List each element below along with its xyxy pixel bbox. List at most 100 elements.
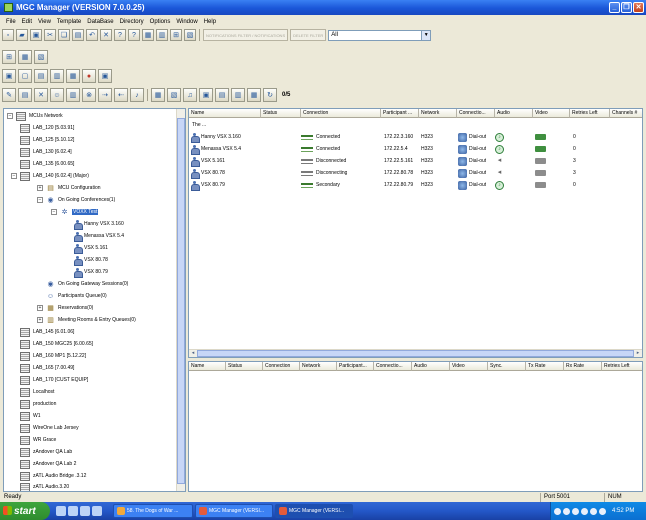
column-header-status[interactable]: Status [261, 109, 301, 118]
tree-mcu[interactable]: WireOne Lab Jersey [20, 423, 79, 433]
undo-icon[interactable]: ↶ [86, 29, 98, 41]
tree-mcu[interactable]: production [20, 399, 56, 409]
refresh-icon[interactable]: ↻ [263, 88, 277, 102]
column-header-status[interactable]: Status [226, 362, 263, 371]
tree-ongoing-conferences[interactable]: − ◉ On Going Conferences(1) [37, 195, 115, 205]
taskbar-item-mgc-2[interactable]: MGC Manager (VERSI... [275, 504, 353, 518]
table-horizontal-scrollbar[interactable]: ◂ ▸ [189, 349, 642, 357]
video-icon[interactable] [535, 134, 546, 140]
mcu-connect-icon[interactable]: ▣ [2, 69, 16, 83]
column-header-connection-type[interactable]: Connectio... [374, 362, 412, 371]
media-player-icon[interactable] [80, 506, 90, 516]
speaker-icon[interactable]: ◂ [495, 169, 504, 178]
table-row[interactable]: Menassa VSX 5.4 [191, 143, 261, 155]
video-settings-icon[interactable]: ▣ [199, 88, 213, 102]
collapse-icon[interactable]: − [51, 209, 57, 215]
tree-participant[interactable]: Menassa VSX 5.4 [74, 231, 124, 242]
lecture-mode-icon[interactable]: ▤ [215, 88, 229, 102]
table-row[interactable]: VSX 80.79 [191, 179, 261, 191]
address-book-icon[interactable]: ▦ [142, 29, 154, 41]
new-conference-icon[interactable]: ✎ [2, 88, 16, 102]
video-off-icon[interactable] [535, 170, 546, 176]
paste-icon[interactable]: ▤ [72, 29, 84, 41]
mcu-disconnect-icon[interactable]: ▢ [18, 69, 32, 83]
menu-window[interactable]: Window [173, 19, 200, 25]
filter-select[interactable]: All ▼ [328, 29, 432, 41]
tray-volume-icon[interactable] [572, 507, 579, 515]
title-bar[interactable]: MGC Manager (VERSION 7.0.0.25) _ ❐ ✕ [0, 0, 646, 15]
tree-mcu-lab-140[interactable]: − LAB_140 [6.02.4] (Major) [11, 171, 89, 181]
alarm-icon[interactable]: ● [82, 69, 96, 83]
tray-network-icon[interactable] [554, 507, 561, 515]
notifications-filter-button[interactable]: NOTIFICATIONS FILTER / NOTIFICATIONS [203, 29, 289, 41]
tree-mcu[interactable]: LAB_145 [6.01.06] [20, 327, 74, 337]
delete-icon[interactable]: ✕ [100, 29, 112, 41]
tree-mcu[interactable]: zAndover QA Lab [20, 447, 72, 457]
column-header-tx-rate[interactable]: Tx Rate [526, 362, 564, 371]
table-row[interactable]: VSX 80.78 [191, 167, 261, 179]
mute-icon[interactable]: ♪ [130, 88, 144, 102]
tree-mcu-lab-120[interactable]: LAB_120 [5.03.91] [20, 123, 74, 133]
column-header-rx-rate[interactable]: Rx Rate [564, 362, 602, 371]
context-help-icon[interactable]: ? [128, 29, 140, 41]
audio-settings-icon[interactable]: ♫ [183, 88, 197, 102]
column-header-retries-left[interactable]: Retries Left [602, 362, 642, 371]
mcu-settings-icon[interactable]: ▥ [50, 69, 64, 83]
collapse-icon[interactable]: − [37, 197, 43, 203]
help-icon[interactable]: ? [114, 29, 126, 41]
menu-directory[interactable]: Directory [117, 19, 147, 25]
video-layout-icon[interactable]: ▧ [167, 88, 181, 102]
column-header-channels[interactable]: Channels # [610, 109, 642, 118]
show-desktop-icon[interactable] [56, 506, 66, 516]
delete-participant-icon[interactable]: ⊗ [82, 88, 96, 102]
tree-mcu-lab-130[interactable]: LAB_130 [6.02.4] [20, 147, 72, 157]
audio-icon[interactable]: ♪ [495, 132, 504, 142]
mcu-tree-panel[interactable]: − MCUs Network LAB_120 [5.03.91] LAB_125… [3, 108, 186, 492]
tree-meeting-rooms[interactable]: + ▥ Meeting Rooms & Entry Queues(0) [37, 315, 136, 325]
add-participant-icon[interactable]: ☺ [50, 88, 64, 102]
column-header-connection-type[interactable]: Connectio... [457, 109, 495, 118]
column-header-participant[interactable]: Participant... [337, 362, 374, 371]
column-header-retries-left[interactable]: Retries Left [570, 109, 610, 118]
tree-mcu-lab-135[interactable]: LAB_135 [6.00.65] [20, 159, 74, 169]
tree-mcu-lab-125[interactable]: LAB_125 [5.10.12] [20, 135, 74, 145]
chevron-down-icon[interactable]: ▼ [421, 30, 431, 40]
collapse-icon[interactable]: − [11, 173, 17, 179]
table-row[interactable]: VSX 5.161 [191, 155, 261, 167]
close-icon[interactable]: ✕ [633, 2, 644, 13]
cascade-icon[interactable]: ▧ [184, 29, 196, 41]
scrollbar-thumb[interactable] [177, 118, 185, 484]
tray-security-icon[interactable] [563, 507, 570, 515]
column-header-audio[interactable]: Audio [412, 362, 450, 371]
save-icon[interactable]: ▣ [30, 29, 42, 41]
network-icon[interactable]: ⊞ [2, 50, 16, 64]
tree-participants-queue[interactable]: ☺ Participants Queue(0) [46, 291, 107, 301]
collapse-icon[interactable]: − [7, 113, 13, 119]
audio-icon[interactable]: ♪ [495, 180, 504, 190]
column-header-connection[interactable]: Connection [301, 109, 381, 118]
monitor-conference-icon[interactable]: ▦ [247, 88, 261, 102]
tree-participant[interactable]: VSX 80.79 [74, 267, 108, 278]
tray-update-icon[interactable] [581, 507, 588, 515]
browser-icon[interactable] [68, 506, 78, 516]
column-header-network[interactable]: Network [419, 109, 457, 118]
layout-icon[interactable]: ▦ [151, 88, 165, 102]
copy-icon[interactable]: ❏ [58, 29, 70, 41]
monitor-icon[interactable]: ▣ [98, 69, 112, 83]
expand-icon[interactable]: + [37, 317, 43, 323]
clock[interactable]: 4:52 PM [612, 508, 634, 514]
menu-options[interactable]: Options [147, 19, 174, 25]
menu-file[interactable]: File [3, 19, 19, 25]
column-header-name[interactable]: Name [189, 109, 261, 118]
expand-icon[interactable]: + [37, 305, 43, 311]
tray-media-icon[interactable] [599, 507, 606, 515]
column-header-connection[interactable]: Connection [263, 362, 300, 371]
minimize-icon[interactable]: _ [609, 2, 620, 13]
scroll-left-icon[interactable]: ◂ [189, 350, 197, 357]
tree-mcu[interactable]: WR Grace [20, 435, 56, 445]
tree-mcu[interactable]: LAB_160 MP1 [5.12.22] [20, 351, 86, 361]
video-off-icon[interactable] [535, 158, 546, 164]
tree-mcu[interactable]: LAB_150 MGC25 [6.00.65] [20, 339, 93, 349]
video-icon[interactable] [535, 146, 546, 152]
menu-database[interactable]: DataBase [84, 19, 116, 25]
